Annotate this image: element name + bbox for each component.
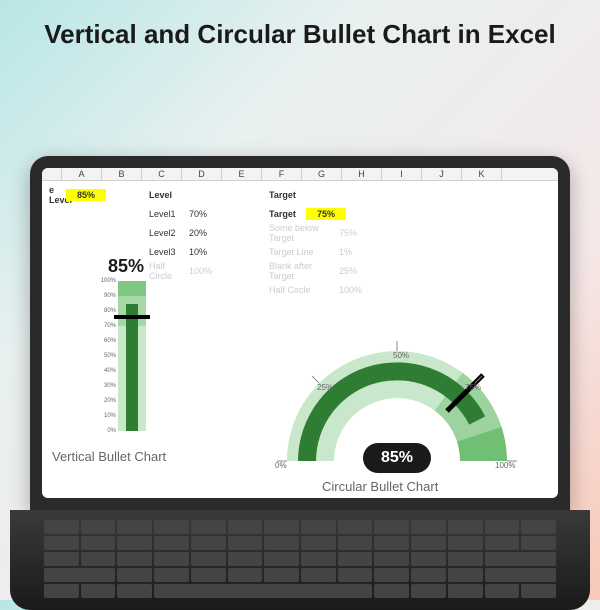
col-header[interactable]: C [142, 168, 182, 180]
level-value[interactable]: 70% [186, 208, 226, 220]
col-header[interactable]: D [182, 168, 222, 180]
screen-frame: A B C D E F G H I J K e Level 85% Le [30, 156, 570, 510]
vbc-band-3 [118, 281, 146, 296]
col-header[interactable]: B [102, 168, 142, 180]
column-header-row: A B C D E F G H I J K [42, 168, 558, 181]
axis-tick: 60% [82, 338, 116, 344]
table-row: Level1 70% Target 75% [46, 207, 554, 221]
circular-bullet-chart: 0% 25% 50% 75% 100% 85% [247, 311, 547, 481]
vbc-value-label: 85% [76, 256, 176, 277]
axis-tick: 20% [82, 398, 116, 404]
cbc-value-badge: 85% [363, 443, 431, 473]
faded-value[interactable]: 100% [186, 265, 226, 277]
level-value[interactable]: 10% [186, 246, 226, 258]
axis-tick: 50% [82, 353, 116, 359]
level-value[interactable]: 20% [186, 227, 226, 239]
keyboard [40, 516, 560, 602]
vertical-bullet-chart: 85% 0% 10% 20% 30% 40% 50% [76, 256, 176, 431]
col-header[interactable]: I [382, 168, 422, 180]
faded-label[interactable]: Blank after Target [266, 260, 336, 282]
vbc-axis: 0% 10% 20% 30% 40% 50% 60% 70% 80% 90% 1… [82, 281, 116, 431]
col-header[interactable]: H [342, 168, 382, 180]
faded-label[interactable]: Target Line [266, 246, 336, 258]
axis-tick: 75% [465, 383, 481, 392]
col-header[interactable]: E [222, 168, 262, 180]
axis-tick: 80% [82, 308, 116, 314]
col-header[interactable]: A [62, 168, 102, 180]
col-header[interactable]: F [262, 168, 302, 180]
table-row: e Level 85% Level Target [46, 183, 554, 207]
faded-value[interactable]: 1% [336, 246, 376, 258]
axis-tick: 50% [393, 351, 409, 360]
faded-value[interactable]: 100% [336, 284, 376, 296]
page-title: Vertical and Circular Bullet Chart in Ex… [0, 0, 600, 62]
faded-label[interactable]: Half Circle [266, 284, 336, 296]
vbc-target-marker [114, 315, 150, 319]
level-name[interactable]: Level1 [146, 208, 186, 220]
vbc-title: Vertical Bullet Chart [52, 449, 166, 464]
target-value-highlight[interactable]: 75% [306, 208, 346, 220]
col-header[interactable]: J [422, 168, 462, 180]
level-header[interactable]: Level [146, 189, 186, 201]
col-header[interactable]: G [302, 168, 342, 180]
faded-value[interactable]: 75% [336, 227, 376, 239]
axis-tick: 0% [82, 428, 116, 434]
target-header[interactable]: Target [266, 189, 306, 201]
excel-content: e Level 85% Level Target Level1 70% [42, 181, 558, 498]
vbc-plot: 0% 10% 20% 30% 40% 50% 60% 70% 80% 90% 1… [118, 281, 146, 431]
axis-tick: 40% [82, 368, 116, 374]
faded-value[interactable]: 25% [336, 265, 376, 277]
axis-tick: 25% [317, 383, 333, 392]
axis-tick: 90% [82, 293, 116, 299]
laptop-mockup: A B C D E F G H I J K e Level 85% Le [30, 156, 570, 610]
target-label[interactable]: Target [266, 208, 306, 220]
vbc-actual-bar [126, 304, 138, 432]
cbc-title: Circular Bullet Chart [322, 479, 438, 494]
col-header[interactable]: K [462, 168, 502, 180]
axis-tick: 100% [495, 461, 515, 470]
faded-label[interactable]: Some below Target [266, 222, 336, 244]
cell-label[interactable]: e Level [46, 184, 66, 206]
axis-tick: 10% [82, 413, 116, 419]
axis-tick: 100% [82, 278, 116, 284]
excel-screen: A B C D E F G H I J K e Level 85% Le [42, 168, 558, 498]
row-header-corner [42, 168, 62, 180]
axis-tick: 0% [275, 461, 287, 470]
level-name[interactable]: Level2 [146, 227, 186, 239]
axis-tick: 30% [82, 383, 116, 389]
laptop-keyboard-base [10, 510, 590, 610]
cell-value-highlight[interactable]: 85% [66, 189, 106, 201]
table-row: Level2 20% Some below Target 75% [46, 221, 554, 245]
axis-tick: 70% [82, 323, 116, 329]
